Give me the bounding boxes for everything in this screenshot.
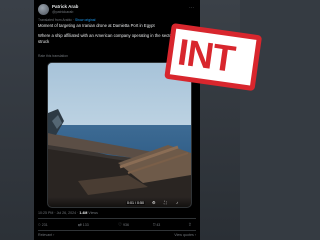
post-text: Moment of targeting an Iranian drone at … [38,23,188,49]
action-bar: ○231 ⇄133 ♡936 ⌑43 ⇪ [38,222,196,228]
author-name[interactable]: Patrick Arab [52,4,78,9]
view-quotes-link[interactable]: View quotes › [174,233,196,237]
share-icon: ⇪ [188,222,192,227]
post-header: Patrick Arab @patrickarab ··· [38,4,196,18]
rate-translation-link[interactable]: Rate this translation [38,54,68,58]
like-button[interactable]: ♡936 [118,222,129,228]
repost-button[interactable]: ⇄133 [78,222,89,228]
relevant-replies-toggle[interactable]: Relevant › [38,233,54,237]
bookmark-count: 43 [156,223,161,227]
more-options-icon[interactable]: ··· [189,5,194,11]
reply-button[interactable]: ○231 [38,222,48,227]
post-meta: 10:25 PM · Jul 26, 2024 · 1.4M Views [38,211,98,215]
video-controls: 0:01 / 0:50 ⚙ ⛶ ♪ [48,197,191,207]
reply-icon: ○ [38,222,41,227]
views-label: Views [88,211,98,215]
post-text-paragraph-2: Where a ship affiliated with an American… [38,32,182,45]
bookmark-icon: ⌑ [153,222,156,227]
background-left [0,0,34,240]
divider [38,230,196,231]
volume-icon[interactable]: ♪ [176,201,178,205]
heart-icon: ♡ [118,222,123,227]
views-count: 1.4M [79,211,88,215]
like-count: 936 [123,223,130,227]
settings-icon[interactable]: ⚙ [152,201,156,205]
fullscreen-icon[interactable]: ⛶ [164,201,167,205]
repost-icon: ⇄ [78,222,82,227]
translation-note: Translated from Arabic · Show original [38,18,96,22]
reply-count: 231 [41,223,48,227]
share-button[interactable]: ⇪ [188,222,193,228]
video-frame-ship-deck [48,109,191,207]
divider [38,218,196,219]
bookmark-button[interactable]: ⌑43 [153,222,160,228]
video-player[interactable]: 0:01 / 0:50 ⚙ ⛶ ♪ [47,62,192,208]
show-original-link[interactable]: Show original [75,18,95,22]
avatar[interactable] [38,4,49,15]
post-text-paragraph-1: Moment of targeting an Iranian drone at … [38,23,155,28]
post-timestamp[interactable]: 10:25 PM · Jul 26, 2024 [38,211,76,215]
video-time: 0:01 / 0:50 [126,201,145,205]
translated-prefix: Translated from Arabic [38,18,72,22]
author-handle[interactable]: @patrickarab [52,10,73,14]
repost-count: 133 [82,223,89,227]
bottom-row: Relevant › View quotes › [38,233,196,239]
